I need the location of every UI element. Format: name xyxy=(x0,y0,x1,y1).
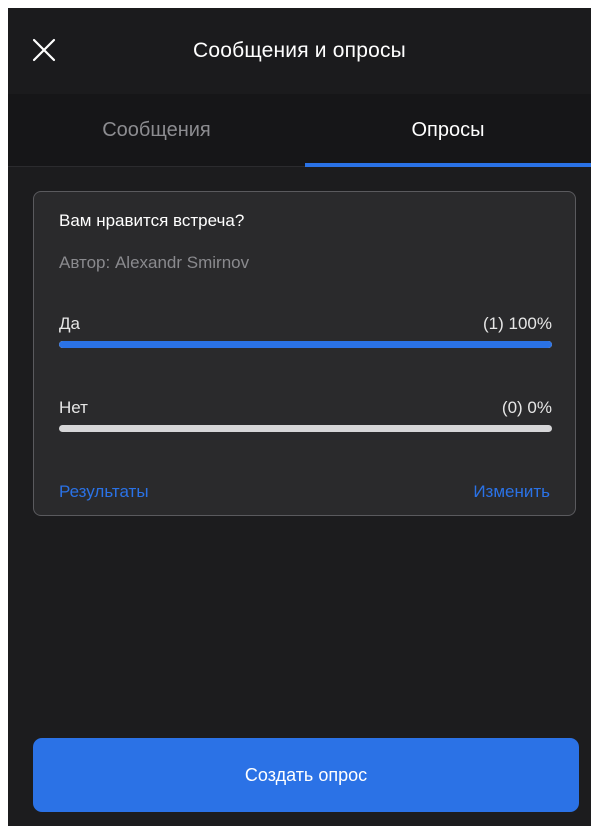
edit-link[interactable]: Изменить xyxy=(473,482,550,502)
close-button[interactable] xyxy=(30,38,58,66)
poll-option-no: Нет (0) 0% xyxy=(59,398,552,438)
poll-option-yes: Да (1) 100% xyxy=(59,314,552,354)
option-progress-fill xyxy=(59,341,552,348)
tab-bar: Сообщения Опросы xyxy=(8,94,591,167)
option-progress-bar xyxy=(59,341,552,348)
option-label: Да xyxy=(59,314,80,333)
header: Сообщения и опросы xyxy=(8,8,591,94)
active-tab-indicator xyxy=(305,163,591,167)
results-link[interactable]: Результаты xyxy=(59,482,149,502)
page-title: Сообщения и опросы xyxy=(193,39,406,62)
poll-author: Автор: Alexandr Smirnov xyxy=(59,253,250,272)
option-result: (0) 0% xyxy=(501,398,552,417)
polls-screen: Сообщения и опросы Сообщения Опросы Вам … xyxy=(8,8,591,826)
close-icon xyxy=(32,38,56,67)
poll-question: Вам нравится встреча? xyxy=(59,211,245,230)
option-label: Нет xyxy=(59,398,88,417)
option-result: (1) 100% xyxy=(483,314,552,333)
poll-card: Вам нравится встреча? Автор: Alexandr Sm… xyxy=(33,191,576,516)
create-poll-button[interactable]: Создать опрос xyxy=(33,738,579,812)
tab-messages[interactable]: Сообщения xyxy=(8,94,305,166)
option-progress-bar xyxy=(59,425,552,432)
tab-polls[interactable]: Опросы xyxy=(305,94,591,166)
